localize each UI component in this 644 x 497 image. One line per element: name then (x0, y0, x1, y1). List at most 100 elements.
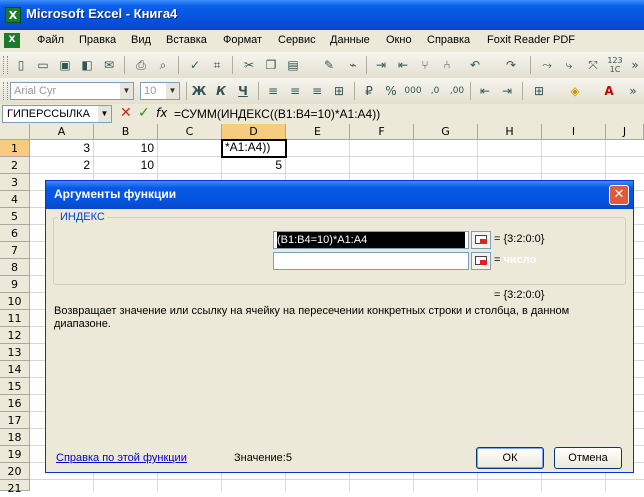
col-header-c[interactable]: C (158, 124, 222, 140)
row-header-11[interactable]: 11 (0, 310, 30, 327)
cut-icon[interactable]: ✂ (240, 56, 258, 74)
formula-input[interactable]: =СУММ(ИНДЕКС((B1:B4=10)*A1:A4)) (174, 105, 380, 123)
col-header-i[interactable]: I (542, 124, 606, 140)
col-header-h[interactable]: H (478, 124, 542, 140)
overflow-icon[interactable]: » (626, 56, 644, 74)
col-header-b[interactable]: B (94, 124, 158, 140)
cancel-icon[interactable]: ✕ (120, 105, 132, 121)
row-header-12[interactable]: 12 (0, 327, 30, 344)
row-header-9[interactable]: 9 (0, 276, 30, 293)
row-header-2[interactable]: 2 (0, 157, 30, 174)
paste-icon[interactable]: ▤ (284, 56, 302, 74)
row-header-5[interactable]: 5 (0, 208, 30, 225)
workbook-icon[interactable]: X (4, 33, 20, 48)
currency-icon[interactable]: ₽ (360, 82, 378, 100)
cancel-button[interactable]: Отмена (554, 447, 622, 469)
menu-insert[interactable]: Вставка (166, 34, 207, 46)
cell-b2[interactable]: 10 (94, 157, 158, 174)
fill-color-icon[interactable]: ◈ (566, 82, 584, 100)
undo-icon[interactable]: ↶ (466, 56, 484, 74)
chevron-down-icon[interactable]: ▼ (120, 83, 133, 99)
save-icon[interactable]: ▣ (56, 56, 74, 74)
format-painter-icon[interactable]: ✎ (320, 56, 338, 74)
menu-window[interactable]: Окно (386, 34, 412, 46)
permission-icon[interactable]: ◧ (78, 56, 96, 74)
row-header-17[interactable]: 17 (0, 412, 30, 429)
align-right-icon[interactable]: ≡ (308, 82, 326, 100)
increase-decimal-icon[interactable]: ,0 (426, 82, 444, 100)
trace-dependents-icon[interactable]: ⤷ (560, 56, 578, 74)
cell-d1-editing[interactable]: *A1:A4)) (221, 139, 287, 158)
underline-button[interactable]: Ч (234, 82, 252, 100)
row-header-20[interactable]: 20 (0, 463, 30, 480)
chevron-down-icon[interactable]: ▼ (98, 106, 111, 122)
filter-icon[interactable]: ⑂ (416, 56, 434, 74)
align-left-icon[interactable]: ≡ (264, 82, 282, 100)
open-icon[interactable]: ▭ (34, 56, 52, 74)
col-header-e[interactable]: E (286, 124, 350, 140)
insert-function-icon[interactable]: fx (156, 106, 167, 120)
remove-arrows-icon[interactable]: ⤧ (584, 56, 602, 74)
function-help-link[interactable]: Справка по этой функции (56, 452, 187, 464)
row-header-13[interactable]: 13 (0, 344, 30, 361)
menu-help[interactable]: Справка (427, 34, 470, 46)
row-header-8[interactable]: 8 (0, 259, 30, 276)
enter-icon[interactable]: ✓ (138, 105, 150, 121)
col-header-a[interactable]: A (30, 124, 94, 140)
row-header-18[interactable]: 18 (0, 429, 30, 446)
print-preview-icon[interactable]: ⌕ (154, 56, 172, 74)
autosum-branch-icon[interactable]: ⑃ (438, 56, 456, 74)
col-header-f[interactable]: F (350, 124, 414, 140)
cell-a2[interactable]: 2 (30, 157, 94, 174)
copy-icon[interactable]: ❐ (262, 56, 280, 74)
excel-app-icon[interactable]: X (5, 7, 21, 23)
print-icon[interactable]: ⎙ (132, 56, 150, 74)
menu-data[interactable]: Данные (330, 34, 370, 46)
menu-tools[interactable]: Сервис (278, 34, 316, 46)
thousands-icon[interactable]: 000 (404, 82, 422, 100)
decrease-indent-icon[interactable]: ⇤ (476, 82, 494, 100)
close-icon[interactable]: ✕ (609, 185, 629, 205)
merge-center-icon[interactable]: ⊞ (330, 82, 348, 100)
font-color-icon[interactable]: A (600, 82, 618, 100)
email-icon[interactable]: ✉ (100, 56, 118, 74)
cell-b1[interactable]: 10 (94, 140, 158, 157)
col-header-g[interactable]: G (414, 124, 478, 140)
name-box[interactable]: ГИПЕРССЫЛКА ▼ (2, 105, 112, 123)
row-header-7[interactable]: 7 (0, 242, 30, 259)
decrease-decimal-icon[interactable]: ,00 (448, 82, 466, 100)
row-header-21[interactable]: 21 (0, 480, 30, 495)
font-name-combo[interactable]: Arial Cyr ▼ (10, 82, 134, 100)
spelling-icon[interactable]: ✓ (186, 56, 204, 74)
insert-rows-icon[interactable]: ⇤ (394, 56, 412, 74)
percent-icon[interactable]: % (382, 82, 400, 100)
dialog-title-bar[interactable]: Аргументы функции ✕ (46, 181, 633, 209)
redo-icon[interactable]: ↷ (502, 56, 520, 74)
menu-view[interactable]: Вид (131, 34, 151, 46)
menu-file[interactable]: Файл (37, 34, 64, 46)
row-header-6[interactable]: 6 (0, 225, 30, 242)
font-size-combo[interactable]: 10 ▼ (140, 82, 180, 100)
chevron-down-icon[interactable]: ▼ (166, 83, 179, 99)
toolbar-grip[interactable] (3, 56, 8, 74)
align-center-icon[interactable]: ≡ (286, 82, 304, 100)
collapse-dialog-icon[interactable] (471, 231, 491, 249)
ok-button[interactable]: ОК (476, 447, 544, 469)
toolbar-grip[interactable] (3, 82, 8, 100)
cell-a1[interactable]: 3 (30, 140, 94, 157)
select-all-corner[interactable] (0, 124, 30, 140)
menu-edit[interactable]: Правка (79, 34, 116, 46)
brush-icon[interactable]: ⌁ (344, 56, 362, 74)
row-header-10[interactable]: 10 (0, 293, 30, 310)
array-argument-input[interactable]: (B1:B4=10)*A1:A4 (273, 231, 469, 249)
increase-indent-icon[interactable]: ⇥ (498, 82, 516, 100)
row-header-16[interactable]: 16 (0, 395, 30, 412)
row-number-input[interactable] (273, 252, 469, 270)
row-header-1[interactable]: 1 (0, 140, 30, 157)
menu-format[interactable]: Формат (223, 34, 262, 46)
col-header-j[interactable]: J (606, 124, 644, 140)
sort-123-icon[interactable]: 123 1C (606, 56, 624, 74)
row-header-14[interactable]: 14 (0, 361, 30, 378)
row-header-19[interactable]: 19 (0, 446, 30, 463)
research-icon[interactable]: ⌗ (208, 56, 226, 74)
